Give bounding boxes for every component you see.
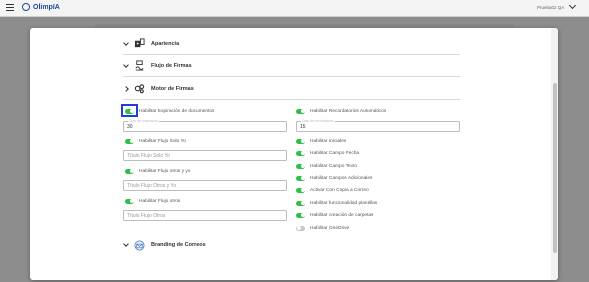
user-name[interactable]: Prueba02 QA <box>537 5 564 10</box>
scrollbar-thumb[interactable] <box>552 83 557 253</box>
toggle-switch[interactable] <box>125 138 134 144</box>
toggle-switch[interactable] <box>296 212 305 218</box>
settings-modal: Apariencia Flujo de Firmas Motor de Firm… <box>30 28 558 280</box>
titulo-otros-yo-field[interactable]: Título Flujo Otros y Yo <box>123 180 287 191</box>
toggle-row-funcionalidad-plantillas[interactable]: Habilitar funcionalidad plantillas <box>296 199 377 207</box>
toggle-label: Habilitar Iniciales <box>310 138 347 144</box>
titulo-otros-field[interactable]: Título Flujo Otros <box>123 210 287 221</box>
toggle-label: Habilitar Campo Fecha <box>310 150 360 156</box>
toggle-label: Habilitar Campos Adicionales <box>310 175 373 181</box>
toggle-label: Habilitar Recordatorios Automáticos <box>310 108 387 114</box>
modal-scrollbar[interactable] <box>551 28 558 280</box>
toggle-label: Habilitar Flujo Solo Yo <box>139 138 186 144</box>
titulo-solo-yo-field[interactable]: Título Flujo Solo Yo <box>123 150 287 161</box>
section-motor-firmas[interactable]: Motor de Firmas <box>123 78 460 100</box>
chevron-right-icon <box>123 85 129 92</box>
toggle-row-flujo-otros[interactable]: Habilitar Flujo otros <box>125 197 180 205</box>
field-value: 30 <box>127 123 133 130</box>
toggle-row-flujo-otros-yo[interactable]: Habilitar Flujo otros y yo <box>125 167 190 175</box>
toggle-switch[interactable] <box>296 175 305 181</box>
section-title: Flujo de Firmas <box>151 62 192 69</box>
app-logo[interactable]: OlimpIA <box>22 3 60 11</box>
palette-icon <box>134 38 145 48</box>
toggle-label: Habilitar Flujo otros <box>139 198 181 204</box>
gears-icon <box>134 84 145 94</box>
section-title: Motor de Firmas <box>151 85 194 92</box>
field-placeholder: Título Flujo Otros <box>127 212 166 219</box>
recordatorios-days-field[interactable]: Días de recordatorio 15 <box>296 119 460 132</box>
section-branding-correos[interactable]: Branding de Correos <box>123 234 460 256</box>
logo-text: OlimpIA <box>33 3 60 11</box>
toggle-switch[interactable] <box>296 200 305 206</box>
chevron-down-icon[interactable] <box>568 1 577 10</box>
chevron-down-icon <box>123 241 129 247</box>
section-apariencia[interactable]: Apariencia <box>123 33 460 55</box>
toggle-switch[interactable] <box>125 198 134 204</box>
field-tag: Días de expiración <box>128 119 159 123</box>
toggle-row-campo-texto[interactable]: Habilitar Campo Texto <box>296 162 357 170</box>
chevron-down-icon <box>123 61 129 68</box>
toggle-label: Habilitar Flujo otros y yo <box>139 168 191 174</box>
toggle-row-flujo-solo-yo[interactable]: Habilitar Flujo Solo Yo <box>125 137 186 145</box>
toggle-switch[interactable] <box>296 108 305 114</box>
section-title: Apariencia <box>151 40 180 47</box>
toggle-row-creacion-carpetas[interactable]: Habilitar creación de carpetas <box>296 211 373 219</box>
toggle-row-onedrive[interactable]: Habilitar OneDrive <box>296 224 349 232</box>
toggle-switch[interactable] <box>296 187 305 193</box>
toggle-switch[interactable] <box>125 168 134 174</box>
selection-highlight <box>121 104 138 117</box>
field-value: 15 <box>300 123 306 130</box>
toggle-label: Habilitar funcionalidad plantillas <box>310 200 378 206</box>
toggle-label: Habilitar Campo Texto <box>310 163 358 169</box>
hamburger-menu-icon[interactable] <box>6 4 14 11</box>
toggle-row-recordatorios[interactable]: Habilitar Recordatorios Automáticos <box>296 107 386 115</box>
toggle-row-copia-correo[interactable]: Activar Con Copia a Correo <box>296 186 369 194</box>
toggle-switch[interactable] <box>296 138 305 144</box>
toggle-row-campo-fecha[interactable]: Habilitar Campo Fecha <box>296 149 359 157</box>
top-bar: OlimpIA Prueba02 QA <box>0 0 589 17</box>
toggle-label: Habilitar creación de carpetas <box>310 212 374 218</box>
field-placeholder: Título Flujo Otros y Yo <box>127 182 177 189</box>
toggle-row-iniciales[interactable]: Habilitar Iniciales <box>296 137 346 145</box>
toggle-switch[interactable] <box>296 150 305 156</box>
toggle-switch[interactable] <box>296 163 305 169</box>
logo-ring-icon <box>22 3 30 11</box>
toggle-switch[interactable] <box>296 225 305 231</box>
section-title: Branding de Correos <box>151 242 206 248</box>
toggle-label: Activar Con Copia a Correo <box>310 187 369 193</box>
chevron-down-icon <box>123 39 129 46</box>
mail-branding-icon <box>134 240 145 250</box>
expiracion-days-field[interactable]: Días de expiración 30 <box>123 119 287 132</box>
toggle-label: Habilitar OneDrive <box>310 225 350 231</box>
toggle-row-campos-adicionales[interactable]: Habilitar Campos Adicionales <box>296 174 372 182</box>
toggle-row-expiracion[interactable]: Habilitar Expiración de documentos <box>125 107 214 115</box>
field-tag: Días de recordatorio <box>301 119 335 123</box>
signature-flow-icon <box>135 60 144 71</box>
field-placeholder: Título Flujo Solo Yo <box>127 152 171 159</box>
toggle-label: Habilitar Expiración de documentos <box>139 108 215 114</box>
section-flujo-firmas[interactable]: Flujo de Firmas <box>123 55 460 77</box>
